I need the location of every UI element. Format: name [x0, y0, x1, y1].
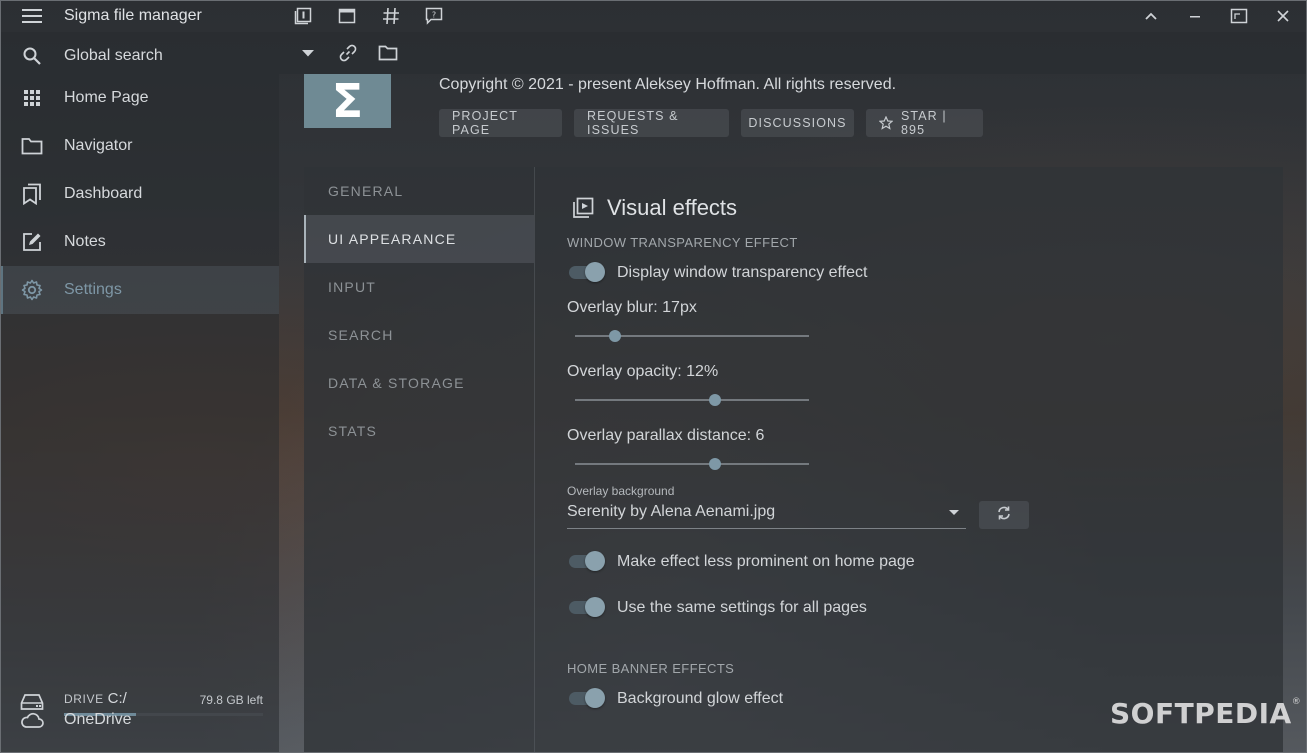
- section-title: Visual effects: [607, 195, 738, 220]
- blur-label: Overlay blur: 17px: [567, 299, 697, 316]
- sidebar-item-label: Navigator: [64, 137, 133, 154]
- sidebar-item-global-search[interactable]: Global search: [0, 32, 279, 80]
- sidebar-item-label: Global search: [64, 47, 163, 64]
- project-page-button[interactable]: PROJECT PAGE: [439, 109, 562, 137]
- less-prominent-label: Make effect less prominent on home page: [617, 553, 915, 570]
- star-count: STAR | 895: [901, 109, 947, 137]
- sidebar-item-label: Home Page: [64, 89, 149, 106]
- settings-tabs: GENERAL UI APPEARANCE INPUT SEARCH DATA …: [304, 167, 535, 753]
- chevron-up-icon[interactable]: [1137, 4, 1165, 28]
- sidebar-item-notes[interactable]: Notes: [0, 218, 279, 266]
- bookmarks-icon: [20, 182, 44, 206]
- app-title: Sigma file manager: [64, 7, 202, 24]
- overlay-background-caption: Overlay background: [567, 484, 675, 498]
- close-icon[interactable]: [1269, 4, 1297, 28]
- star-icon: [879, 116, 893, 130]
- edit-note-icon: [20, 230, 44, 254]
- sidebar-item-home-page[interactable]: Home Page: [0, 74, 279, 122]
- tab-search[interactable]: SEARCH: [304, 311, 534, 359]
- dropdown-arrow-icon[interactable]: [297, 42, 319, 64]
- same-settings-label: Use the same settings for all pages: [617, 599, 867, 616]
- slider-rail: [575, 399, 809, 401]
- sidebar-item-label: Notes: [64, 233, 106, 250]
- toggle-knob: [585, 688, 605, 708]
- star-button[interactable]: STAR | 895: [866, 109, 983, 137]
- cloud-icon: [20, 708, 44, 732]
- same-settings-toggle[interactable]: [567, 597, 607, 617]
- folder-icon: [20, 134, 44, 158]
- slider-thumb[interactable]: [608, 330, 621, 342]
- select-underline: [567, 528, 966, 529]
- action-toolbar: [279, 32, 1306, 74]
- visual-effects-icon: [571, 196, 595, 220]
- blur-slider[interactable]: [575, 329, 809, 343]
- sidebar-item-label: Dashboard: [64, 185, 143, 202]
- glow-toggle[interactable]: [567, 688, 607, 708]
- copyright-text: Copyright © 2021 - present Aleksey Hoffm…: [439, 76, 897, 93]
- search-icon: [20, 44, 44, 68]
- tab-input[interactable]: INPUT: [304, 263, 534, 311]
- maximize-icon[interactable]: [1225, 4, 1253, 28]
- feedback-icon[interactable]: ?: [423, 5, 445, 27]
- opacity-label: Overlay opacity: 12%: [567, 363, 719, 380]
- slider-rail: [575, 463, 809, 465]
- tab-stats[interactable]: STATS: [304, 407, 534, 455]
- svg-text:?: ?: [432, 11, 436, 20]
- hashtag-icon[interactable]: [380, 5, 402, 27]
- transparency-toggle-label: Display window transparency effect: [617, 264, 868, 281]
- less-prominent-toggle[interactable]: [567, 551, 607, 571]
- opacity-slider[interactable]: [575, 393, 809, 407]
- toggle-knob: [585, 262, 605, 282]
- slider-thumb[interactable]: [709, 394, 722, 406]
- home-banner-subhead: HOME BANNER EFFECTS: [567, 661, 735, 676]
- minimize-icon[interactable]: [1181, 4, 1209, 28]
- sidebar: Global search Home Page Navigator Dashbo…: [0, 32, 279, 753]
- sidebar-item-settings[interactable]: Settings: [0, 266, 279, 314]
- link-icon[interactable]: [337, 42, 359, 64]
- refresh-icon: [996, 505, 1012, 526]
- tab-general[interactable]: GENERAL: [304, 167, 534, 215]
- parallax-slider[interactable]: [575, 457, 809, 471]
- window-transparency-subhead: WINDOW TRANSPARENCY EFFECT: [567, 235, 798, 250]
- sidebar-item-onedrive[interactable]: OneDrive: [0, 696, 279, 744]
- overlay-background-select[interactable]: Serenity by Alena Aenami.jpg: [567, 503, 775, 521]
- refresh-background-button[interactable]: [979, 501, 1029, 529]
- glow-label: Background glow effect: [617, 690, 784, 707]
- sidebar-item-label: OneDrive: [64, 711, 132, 728]
- parallax-label: Overlay parallax distance: 6: [567, 427, 765, 444]
- tab-data-storage[interactable]: DATA & STORAGE: [304, 359, 534, 407]
- watermark-mark: ®: [1291, 697, 1302, 707]
- gear-icon: [20, 278, 44, 302]
- toggle-knob: [585, 597, 605, 617]
- watermark-text: SOFTPEDIA: [1110, 697, 1292, 730]
- tab-ui-appearance[interactable]: UI APPEARANCE: [304, 215, 534, 263]
- workspaces-icon[interactable]: [292, 5, 314, 27]
- grid-icon: [20, 86, 44, 110]
- folder-icon[interactable]: [377, 42, 399, 64]
- toggle-knob: [585, 551, 605, 571]
- new-window-icon[interactable]: [336, 5, 358, 27]
- app-logo: Σ: [304, 74, 391, 128]
- requests-issues-button[interactable]: REQUESTS & ISSUES: [574, 109, 729, 137]
- discussions-button[interactable]: DISCUSSIONS: [741, 109, 854, 137]
- sidebar-item-navigator[interactable]: Navigator: [0, 122, 279, 170]
- sidebar-item-dashboard[interactable]: Dashboard: [0, 170, 279, 218]
- sidebar-item-label: Settings: [64, 281, 122, 298]
- title-bar: Sigma file manager ?: [0, 0, 1307, 32]
- softpedia-watermark: SOFTPEDIA®: [1110, 697, 1301, 730]
- menu-icon[interactable]: [20, 6, 44, 26]
- chevron-down-icon[interactable]: [947, 505, 961, 519]
- transparency-toggle[interactable]: [567, 262, 607, 282]
- slider-thumb[interactable]: [709, 458, 722, 470]
